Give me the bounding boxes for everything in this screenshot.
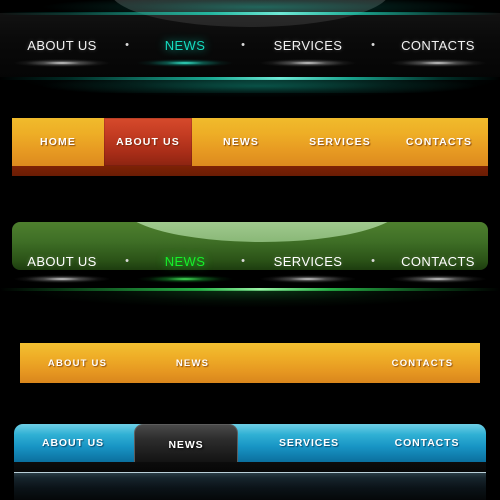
nav-item-label: ABOUT US bbox=[27, 37, 97, 53]
nav-separator-dot: • bbox=[241, 254, 245, 267]
nav-item-contacts[interactable]: CONTACTS bbox=[368, 424, 486, 462]
nav-separator-dot: • bbox=[371, 38, 375, 51]
nav-item-news[interactable]: NEWS bbox=[192, 118, 290, 166]
nav-item-label: NEWS bbox=[164, 37, 206, 53]
nav-item-label: ABOUT US bbox=[116, 136, 180, 148]
nav-item-label: NEWS bbox=[223, 136, 259, 148]
item-underglow bbox=[249, 273, 367, 284]
nav-bar-orange-tabs: HOME ABOUT US NEWS SERVICES CONTACTS bbox=[0, 114, 500, 184]
green-glow-haze-bottom bbox=[0, 290, 500, 310]
nav-item-contacts[interactable]: CONTACTS bbox=[379, 253, 497, 284]
nav-item-label: SERVICES bbox=[273, 253, 343, 269]
nav-item-label: SERVICES bbox=[278, 437, 340, 449]
nav-item-label: HOME bbox=[40, 136, 76, 148]
nav-item-about-us[interactable]: ABOUT US bbox=[104, 118, 192, 166]
nav-item-services[interactable]: SERVICES bbox=[249, 37, 367, 68]
item-underglow bbox=[3, 57, 121, 68]
nav-separator-dot: • bbox=[125, 254, 129, 267]
nav-bar-blue-strip: ABOUT US SERVICES CONTACTS bbox=[14, 424, 486, 462]
nav-separator-dot: • bbox=[241, 38, 245, 51]
item-underglow bbox=[379, 273, 497, 284]
dome-gloss-shape bbox=[122, 222, 402, 242]
item-underglow bbox=[3, 273, 121, 284]
nav-item-label: SERVICES bbox=[273, 37, 343, 53]
nav-item-label: NEWS bbox=[164, 253, 206, 269]
teal-glow-line-top bbox=[0, 12, 500, 15]
navigation-bar-showcase: ABOUT US • NEWS • SERVICES • CONTACTS HO… bbox=[0, 0, 500, 500]
nav-bar-orange-strip: HOME ABOUT US NEWS SERVICES CONTACTS bbox=[12, 118, 488, 166]
nav-item-about-us[interactable]: ABOUT US bbox=[3, 253, 121, 284]
nav-item-about-us[interactable]: ABOUT US bbox=[14, 424, 132, 462]
nav-item-label: ABOUT US bbox=[41, 437, 105, 449]
nav-bar-blue-shadow-band bbox=[14, 462, 486, 472]
nav-item-home[interactable]: HOME bbox=[12, 118, 104, 166]
nav-item-contacts[interactable]: CONTACTS bbox=[379, 37, 497, 68]
nav-item-contacts[interactable]: CONTACTS bbox=[390, 118, 488, 166]
item-underglow bbox=[249, 57, 367, 68]
item-underglow bbox=[126, 273, 244, 284]
nav-item-news-active-tab[interactable]: NEWS bbox=[134, 424, 238, 464]
nav-item-label: CONTACTS bbox=[394, 437, 460, 449]
nav-bar-green-items: ABOUT US • NEWS • SERVICES • CONTACTS bbox=[0, 248, 500, 284]
nav-bar-blue-tabs: ABOUT US SERVICES CONTACTS NEWS bbox=[0, 420, 500, 500]
nav-item-label: CONTACTS bbox=[401, 253, 475, 269]
nav-bar-dark-teal-items: ABOUT US • NEWS • SERVICES • CONTACTS bbox=[0, 32, 500, 68]
nav-item-services[interactable]: SERVICES bbox=[249, 253, 367, 284]
nav-item-label: ABOUT US bbox=[27, 253, 97, 269]
nav-bar-green-glossy: ABOUT US • NEWS • SERVICES • CONTACTS bbox=[0, 205, 500, 310]
nav-item-label: SERVICES bbox=[309, 136, 371, 148]
nav-item-news[interactable]: NEWS bbox=[126, 253, 244, 284]
nav-item-services[interactable]: SERVICES bbox=[290, 118, 390, 166]
nav-item-label: CONTACTS bbox=[405, 136, 473, 148]
nav-separator-dot: • bbox=[371, 254, 375, 267]
nav-bar-blue-content-panel bbox=[14, 472, 486, 500]
nav-item-services[interactable]: SERVICES bbox=[250, 424, 368, 462]
item-underglow bbox=[379, 57, 497, 68]
nav-item-about-us[interactable]: ABOUT US bbox=[3, 37, 121, 68]
nav-item-news[interactable]: NEWS bbox=[126, 37, 244, 68]
teal-glow-haze-bottom-soft bbox=[0, 80, 500, 100]
nav-separator-dot: • bbox=[125, 38, 129, 51]
item-underglow bbox=[126, 57, 244, 68]
nav-bar-orange-footer bbox=[12, 166, 488, 176]
nav-item-label: CONTACTS bbox=[401, 37, 475, 53]
nav-bar-dark-teal: ABOUT US • NEWS • SERVICES • CONTACTS bbox=[0, 0, 500, 100]
nav-item-label: NEWS bbox=[168, 438, 204, 451]
